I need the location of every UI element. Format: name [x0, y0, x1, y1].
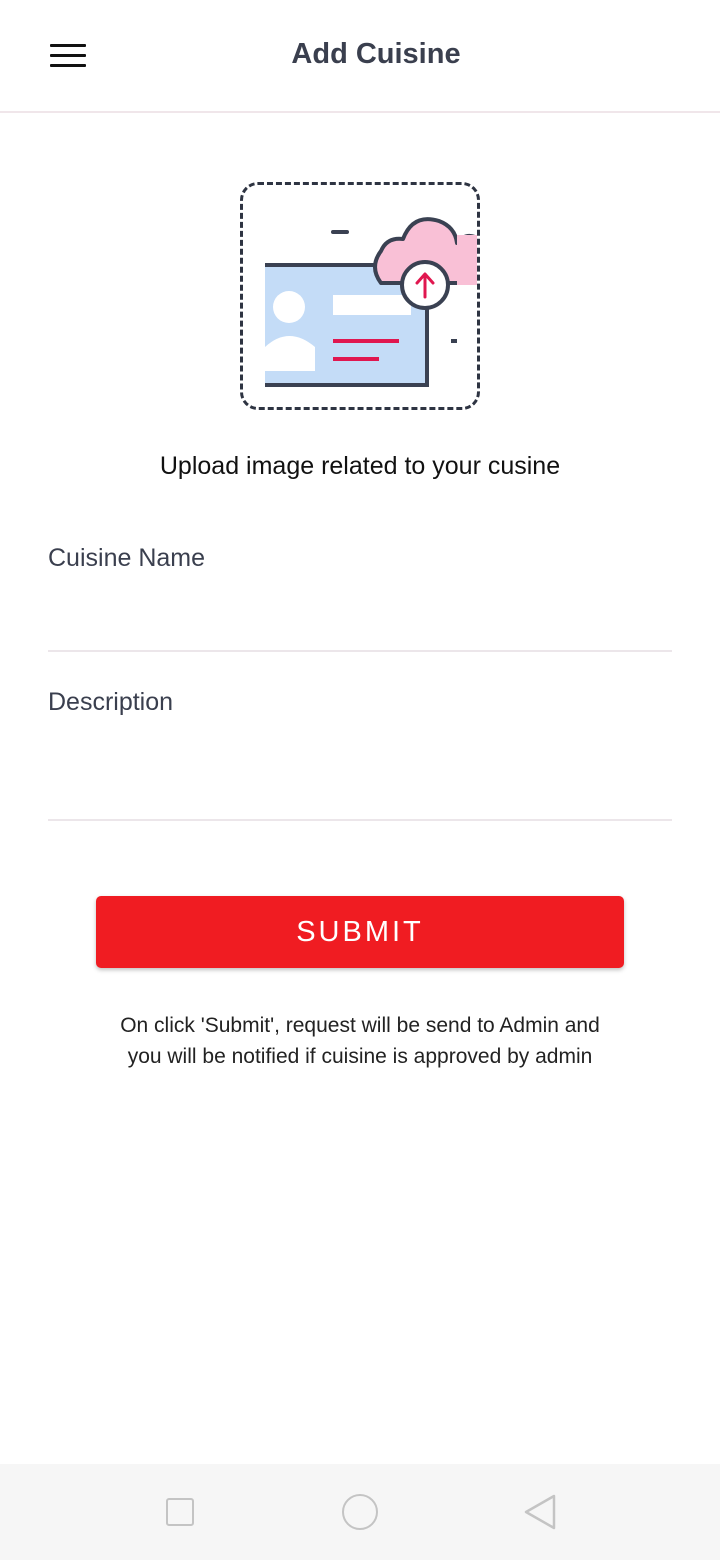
- cuisine-name-underline: [48, 650, 672, 652]
- cuisine-name-input[interactable]: [48, 591, 672, 631]
- description-field: Description: [48, 688, 672, 821]
- upload-image-icon: [265, 217, 477, 387]
- submit-button[interactable]: SUBMIT: [96, 896, 624, 968]
- image-upload-area[interactable]: [240, 182, 480, 410]
- system-navigation-bar: [0, 1464, 720, 1560]
- square-recent-apps-icon[interactable]: [166, 1498, 194, 1526]
- app-bar: Add Cuisine: [0, 0, 720, 113]
- circle-home-icon[interactable]: [342, 1494, 378, 1530]
- cuisine-name-label: Cuisine Name: [48, 544, 206, 572]
- upload-caption: Upload image related to your cusine: [159, 452, 561, 480]
- description-label: Description: [48, 688, 174, 716]
- page-title: Add Cuisine: [291, 38, 461, 70]
- triangle-back-icon[interactable]: [520, 1493, 560, 1531]
- submit-note: On click 'Submit', request will be send …: [120, 1014, 600, 1068]
- description-underline: [48, 819, 672, 821]
- description-input[interactable]: [48, 731, 672, 799]
- cuisine-name-field: Cuisine Name: [48, 544, 672, 652]
